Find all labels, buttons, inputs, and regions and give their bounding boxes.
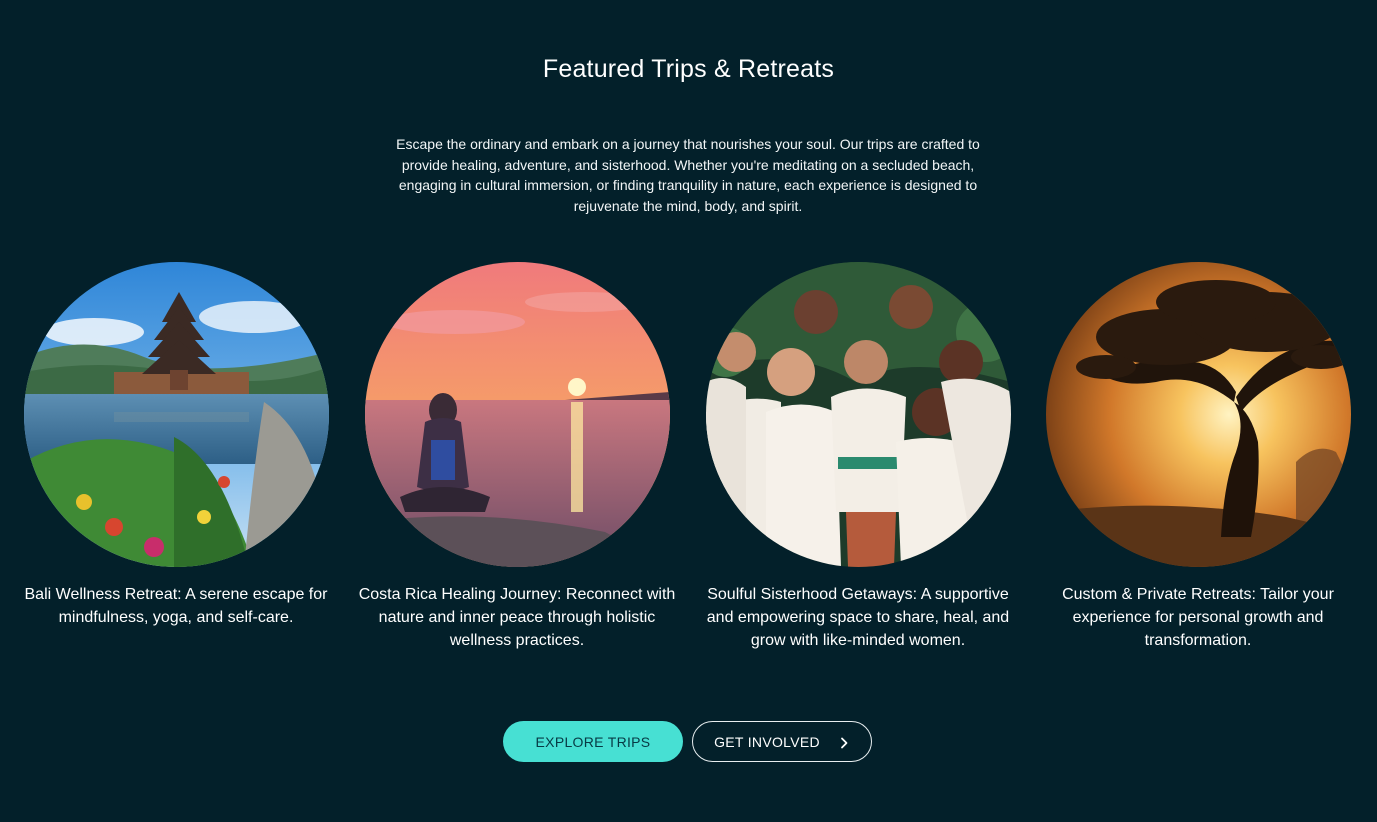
- bali-temple-photo[interactable]: [23, 262, 329, 567]
- trip-card-bali[interactable]: Bali Wellness Retreat: A serene escape f…: [16, 262, 336, 629]
- section-intro: Escape the ordinary and embark on a jour…: [396, 136, 980, 214]
- trip-caption-custom: Custom & Private Retreats: Tailor your e…: [1062, 586, 1334, 649]
- group-of-women-photo[interactable]: [705, 262, 1011, 567]
- trip-caption-costa-rica: Costa Rica Healing Journey: Reconnect wi…: [358, 586, 676, 649]
- trip-caption-bali: Bali Wellness Retreat: A serene escape f…: [24, 586, 328, 626]
- sunset-meditation-photo[interactable]: [364, 262, 670, 567]
- explore-trips-label: EXPLORE TRIPS: [535, 733, 651, 750]
- get-involved-label: GET INVOLVED: [714, 733, 820, 750]
- trip-card-costa-rica[interactable]: Costa Rica Healing Journey: Reconnect wi…: [357, 262, 677, 652]
- tree-sunset-photo[interactable]: [1045, 262, 1351, 567]
- get-involved-button[interactable]: GET INVOLVED: [692, 721, 872, 762]
- featured-trips-section: Featured Trips & Retreats Escape the ord…: [0, 0, 1377, 822]
- chevron-right-icon: [838, 736, 850, 748]
- trip-caption-sisterhood: Soulful Sisterhood Getaways: A supportiv…: [706, 586, 1010, 649]
- trip-card-custom[interactable]: Custom & Private Retreats: Tailor your e…: [1038, 262, 1358, 652]
- section-title: Featured Trips & Retreats: [542, 55, 835, 83]
- trip-card-sisterhood[interactable]: Soulful Sisterhood Getaways: A supportiv…: [698, 262, 1018, 652]
- explore-trips-button[interactable]: EXPLORE TRIPS: [503, 721, 683, 762]
